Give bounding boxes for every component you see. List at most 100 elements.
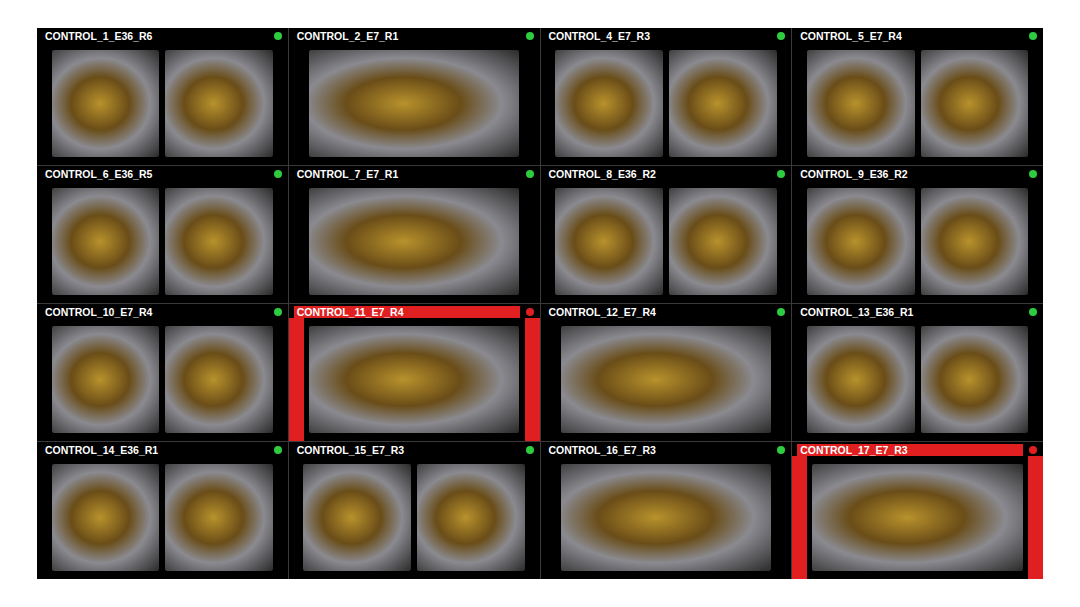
status-dot [1029, 170, 1037, 178]
weld-photo[interactable] [165, 464, 273, 572]
tile-label: CONTROL_1_E36_R6 [42, 30, 155, 42]
status-dot [274, 446, 282, 454]
weld-photo[interactable] [807, 326, 915, 434]
tile-label: CONTROL_17_E7_R3 [797, 444, 1023, 456]
inspection-tile[interactable]: CONTROL_9_E36_R2 [792, 166, 1043, 303]
tile-images [37, 180, 288, 303]
inspection-grid: CONTROL_1_E36_R6 CONTROL_2_E7_R1 CONTROL_4… [37, 28, 1043, 579]
tile-header: CONTROL_4_E7_R3 [541, 28, 792, 42]
weld-photo[interactable] [921, 188, 1029, 296]
tile-header: CONTROL_16_E7_R3 [541, 442, 792, 456]
tile-images [37, 42, 288, 165]
weld-photo[interactable] [309, 50, 519, 158]
tile-images [541, 318, 792, 441]
tile-label: CONTROL_10_E7_R4 [42, 306, 155, 318]
weld-photo[interactable] [165, 50, 273, 158]
status-dot [777, 170, 785, 178]
status-dot [274, 170, 282, 178]
tile-header: CONTROL_9_E36_R2 [792, 166, 1043, 180]
tile-header: CONTROL_11_E7_R4 [289, 304, 540, 318]
tile-header: CONTROL_8_E36_R2 [541, 166, 792, 180]
tile-header: CONTROL_10_E7_R4 [37, 304, 288, 318]
tile-label: CONTROL_14_E36_R1 [42, 444, 161, 456]
weld-photo[interactable] [165, 326, 273, 434]
tile-images [792, 456, 1043, 579]
tile-images [289, 456, 540, 579]
tile-header: CONTROL_15_E7_R3 [289, 442, 540, 456]
weld-photo[interactable] [52, 326, 160, 434]
inspection-tile[interactable]: CONTROL_7_E7_R1 [289, 166, 540, 303]
weld-photo[interactable] [807, 188, 915, 296]
tile-images [541, 456, 792, 579]
inspection-tile[interactable]: CONTROL_16_E7_R3 [541, 442, 792, 579]
status-dot [777, 446, 785, 454]
weld-photo[interactable] [309, 188, 519, 296]
status-dot [1029, 32, 1037, 40]
inspection-tile[interactable]: CONTROL_15_E7_R3 [289, 442, 540, 579]
weld-photo[interactable] [52, 188, 160, 296]
weld-photo[interactable] [52, 464, 160, 572]
inspection-tile[interactable]: CONTROL_6_E36_R5 [37, 166, 288, 303]
inspection-tile[interactable]: CONTROL_11_E7_R4 [289, 304, 540, 441]
tile-header: CONTROL_7_E7_R1 [289, 166, 540, 180]
tile-label: CONTROL_13_E36_R1 [797, 306, 916, 318]
weld-photo[interactable] [561, 326, 771, 434]
tile-header: CONTROL_17_E7_R3 [792, 442, 1043, 456]
inspection-tile[interactable]: CONTROL_1_E36_R6 [37, 28, 288, 165]
weld-photo[interactable] [417, 464, 525, 572]
weld-photo[interactable] [561, 464, 771, 572]
inspection-tile[interactable]: CONTROL_17_E7_R3 [792, 442, 1043, 579]
tile-label: CONTROL_7_E7_R1 [294, 168, 402, 180]
weld-photo[interactable] [555, 50, 663, 158]
inspection-tile[interactable]: CONTROL_13_E36_R1 [792, 304, 1043, 441]
tile-label: CONTROL_6_E36_R5 [42, 168, 155, 180]
tile-images [289, 318, 540, 441]
status-dot [526, 308, 534, 316]
status-dot [777, 308, 785, 316]
tile-label: CONTROL_5_E7_R4 [797, 30, 905, 42]
tile-images [541, 180, 792, 303]
weld-photo[interactable] [52, 50, 160, 158]
tile-images [792, 318, 1043, 441]
tile-header: CONTROL_5_E7_R4 [792, 28, 1043, 42]
tile-images [289, 180, 540, 303]
inspection-tile[interactable]: CONTROL_10_E7_R4 [37, 304, 288, 441]
weld-photo[interactable] [807, 50, 915, 158]
status-dot [1029, 446, 1037, 454]
tile-header: CONTROL_13_E36_R1 [792, 304, 1043, 318]
status-dot [526, 170, 534, 178]
weld-photo[interactable] [669, 188, 777, 296]
tile-label: CONTROL_2_E7_R1 [294, 30, 402, 42]
status-dot [274, 32, 282, 40]
weld-photo[interactable] [921, 326, 1029, 434]
inspection-tile[interactable]: CONTROL_8_E36_R2 [541, 166, 792, 303]
tile-label: CONTROL_12_E7_R4 [546, 306, 659, 318]
weld-photo[interactable] [812, 464, 1022, 572]
tile-header: CONTROL_1_E36_R6 [37, 28, 288, 42]
weld-photo[interactable] [309, 326, 519, 434]
weld-photo[interactable] [303, 464, 411, 572]
inspection-tile[interactable]: CONTROL_12_E7_R4 [541, 304, 792, 441]
tile-images [792, 42, 1043, 165]
status-dot [777, 32, 785, 40]
inspection-tile[interactable]: CONTROL_5_E7_R4 [792, 28, 1043, 165]
weld-photo[interactable] [555, 188, 663, 296]
tile-images [37, 318, 288, 441]
weld-photo[interactable] [669, 50, 777, 158]
tile-header: CONTROL_6_E36_R5 [37, 166, 288, 180]
tile-label: CONTROL_15_E7_R3 [294, 444, 407, 456]
tile-header: CONTROL_12_E7_R4 [541, 304, 792, 318]
tile-images [289, 42, 540, 165]
status-dot [1029, 308, 1037, 316]
tile-images [541, 42, 792, 165]
tile-label: CONTROL_4_E7_R3 [546, 30, 654, 42]
status-dot [526, 32, 534, 40]
tile-label: CONTROL_8_E36_R2 [546, 168, 659, 180]
weld-photo[interactable] [165, 188, 273, 296]
inspection-tile[interactable]: CONTROL_14_E36_R1 [37, 442, 288, 579]
inspection-tile[interactable]: CONTROL_2_E7_R1 [289, 28, 540, 165]
status-dot [526, 446, 534, 454]
weld-photo[interactable] [921, 50, 1029, 158]
inspection-tile[interactable]: CONTROL_4_E7_R3 [541, 28, 792, 165]
status-dot [274, 308, 282, 316]
